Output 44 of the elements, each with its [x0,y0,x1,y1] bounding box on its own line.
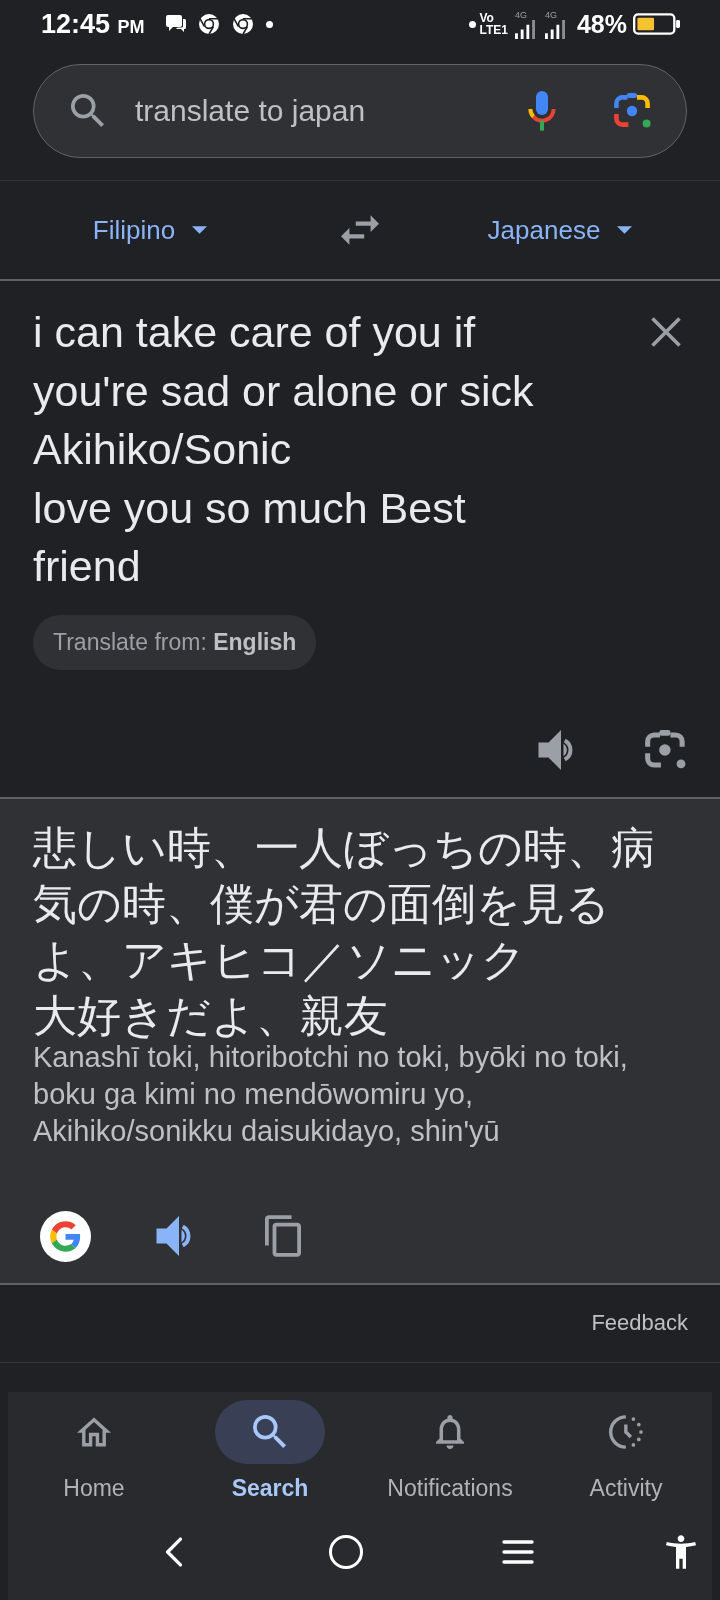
battery-percent: 48% [576,9,627,39]
swap-languages-icon[interactable] [341,215,379,245]
volte-text: Vo [479,12,495,24]
romanization-text: Kanashī toki, hitoribotchi no toki, byōki no toki, boku ga kimi no mendōwomiru yo, Akihiko/sonikku daisukidayo, shin'yū [33,1039,629,1149]
speaker-icon[interactable] [155,1216,193,1256]
network-type-text: 4G [544,9,557,20]
browser-icon [197,13,220,35]
caret-icon [192,226,208,234]
signal-icon [514,19,535,39]
nav-tab[interactable]: Activity [540,1400,712,1502]
copy-icon[interactable] [265,1215,301,1257]
status-dot-icon [468,20,476,28]
network-type-text: 4G [514,9,527,20]
nav-tab[interactable]: Search [180,1400,360,1502]
browser-icon [231,13,254,35]
target-language-button[interactable]: Japanese [487,214,633,246]
clock-history-icon [609,1415,643,1449]
caret-icon [617,226,633,234]
feedback-link[interactable]: Feedback [591,1310,688,1336]
google-logo-icon[interactable] [40,1210,91,1262]
speaker-icon[interactable] [537,729,575,770]
source-language-button[interactable]: Filipino [92,214,208,246]
battery-icon [633,13,680,35]
translation-text: 悲しい時、一人ぼっちの時、病気の時、僕が君の面倒を見るよ、アキヒコ／ソニック [33,821,656,986]
microphone-icon[interactable] [528,91,556,131]
lte-text: LTE1 [479,24,508,36]
camera-search-icon[interactable] [645,729,687,770]
nav-tab[interactable]: Home [8,1400,180,1502]
camera-search-icon[interactable] [614,93,652,129]
notification-dot-icon [265,20,273,28]
signal-icon [544,19,565,39]
chat-bubble-icon [164,14,187,34]
clock-time: 12:45 PM [41,8,145,40]
search-field[interactable]: translate to japan [33,64,687,158]
bell-icon [433,1415,467,1449]
translation-text: 大好きだよ、親友 [33,989,389,1042]
nav-tab[interactable]: Notifications [360,1400,540,1502]
search-icon [253,1415,287,1449]
home-icon [77,1415,111,1449]
clear-icon[interactable] [651,317,681,347]
source-text[interactable]: i can take care of you if you're sad or alone or sick Akihiko/Sonic love you so much Best friend [33,303,642,596]
search-query-text[interactable]: translate to japan [135,94,528,128]
search-icon [71,94,105,128]
detected-language-chip[interactable]: Translate from: English [33,614,317,670]
